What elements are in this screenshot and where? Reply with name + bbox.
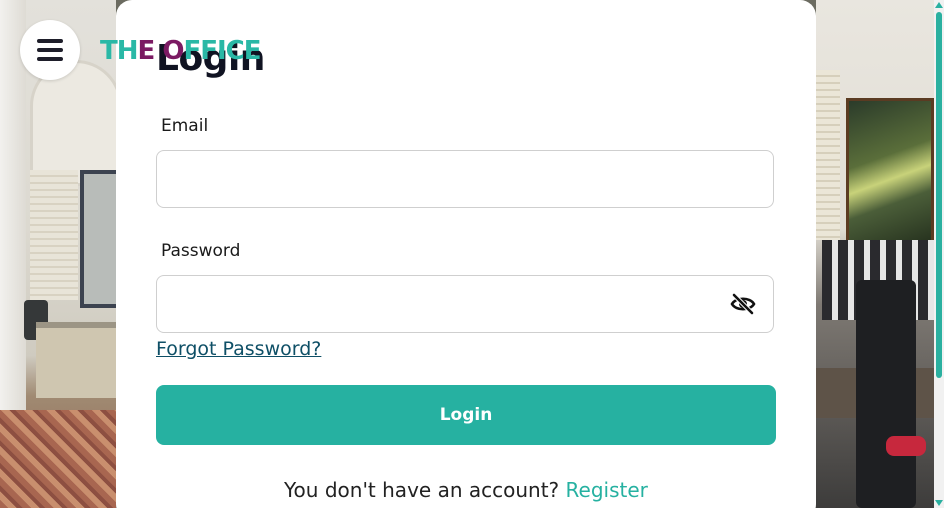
register-prompt: You don't have an account? Register <box>284 478 648 502</box>
bg-shutter <box>30 170 78 300</box>
email-input[interactable] <box>156 150 774 208</box>
logo-text-part: TH <box>100 36 138 66</box>
bg-red-object <box>886 436 926 456</box>
hamburger-menu-icon-bar <box>37 48 63 52</box>
scroll-down-arrow-icon[interactable] <box>935 500 943 506</box>
forgot-password-link[interactable]: Forgot Password? <box>156 338 321 360</box>
background-right <box>816 0 934 508</box>
bg-artwork <box>846 98 934 244</box>
hamburger-menu-button[interactable] <box>20 20 80 80</box>
email-label: Email <box>161 116 209 136</box>
bg-chairs <box>856 280 916 508</box>
logo-text-accent-o: O <box>162 36 184 66</box>
register-link[interactable]: Register <box>566 478 648 502</box>
login-button[interactable]: Login <box>156 385 776 445</box>
bg-shutter-right <box>816 70 840 240</box>
hamburger-menu-icon <box>37 39 63 43</box>
bg-rug <box>0 410 116 508</box>
brand-logo[interactable]: THE OFFICE <box>100 36 261 66</box>
scroll-thumb[interactable] <box>936 12 942 378</box>
logo-text-part-2: FFICE <box>183 36 261 66</box>
hamburger-menu-icon-bar <box>37 57 63 61</box>
password-input[interactable] <box>156 275 774 333</box>
scroll-up-arrow-icon[interactable] <box>935 2 943 8</box>
logo-text-accent: E <box>137 36 156 66</box>
bg-table <box>36 322 116 398</box>
page-scrollbar[interactable] <box>934 0 944 508</box>
no-account-text: You don't have an account? <box>284 478 566 502</box>
password-label: Password <box>161 241 241 261</box>
eye-slash-icon[interactable] <box>730 292 756 316</box>
